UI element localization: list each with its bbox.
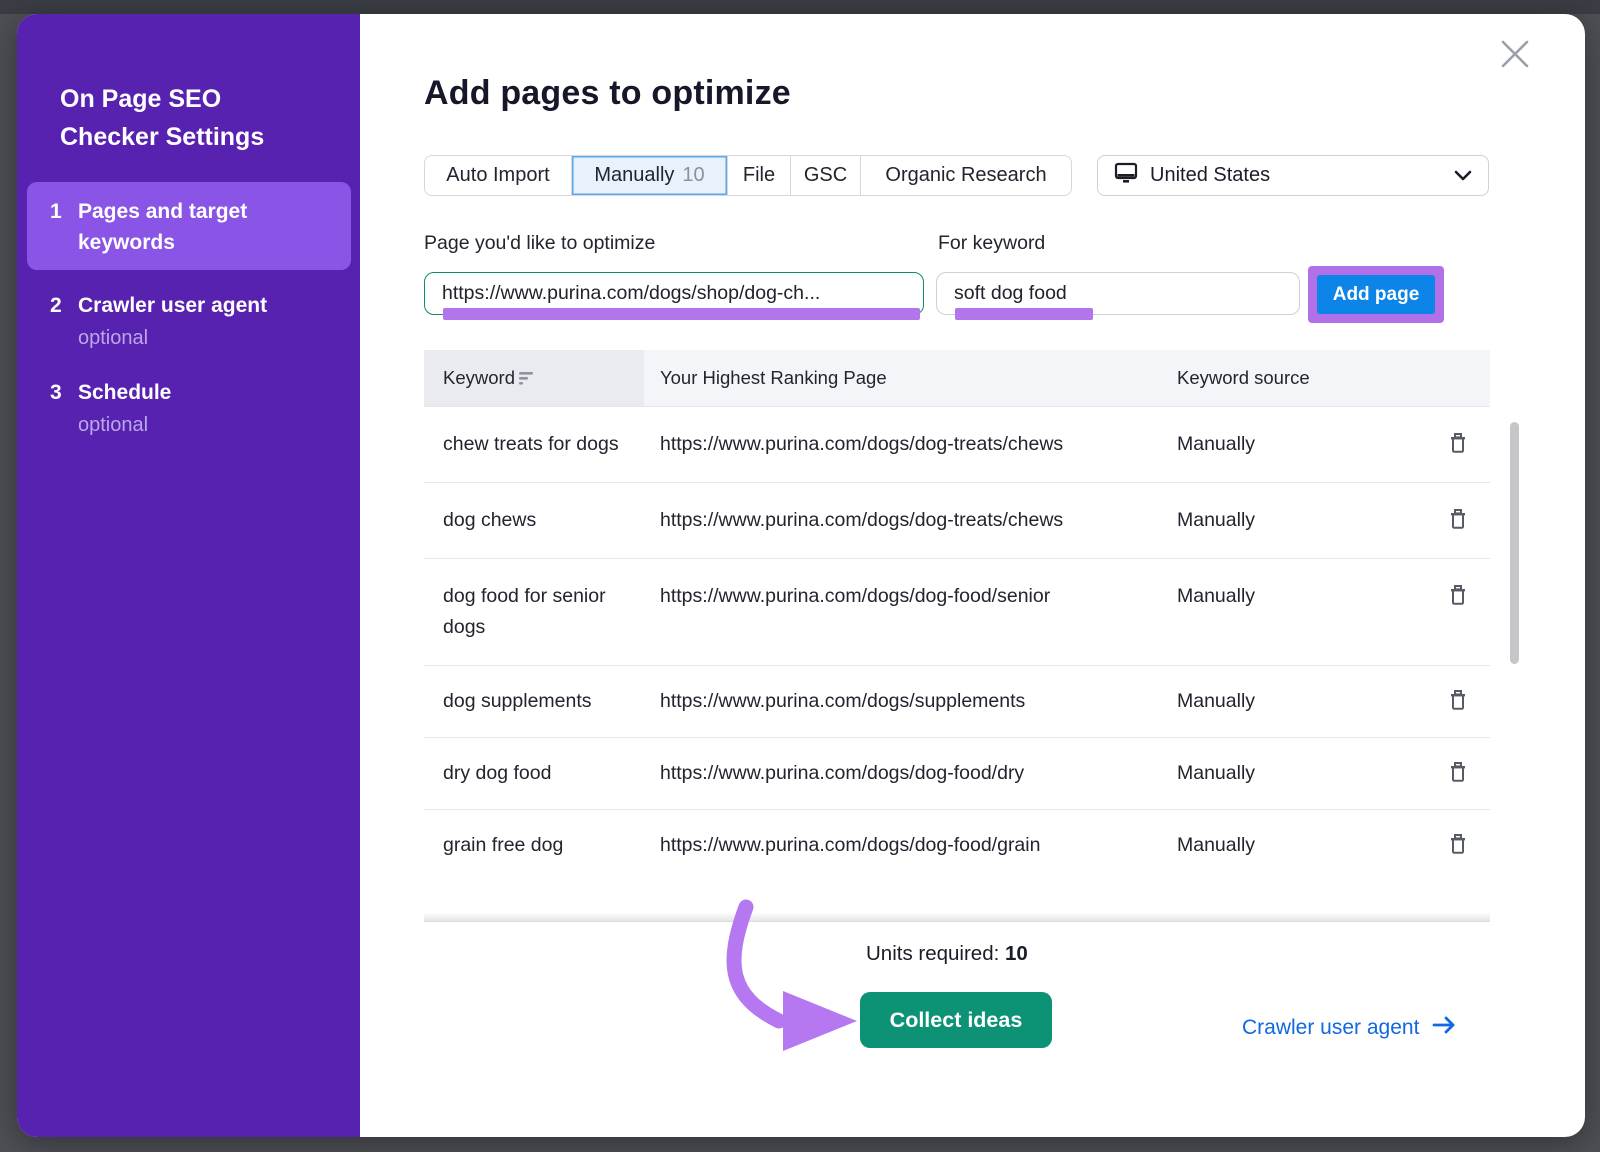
units-required-label: Units required: <box>866 942 999 965</box>
region-select[interactable]: United States <box>1097 155 1489 196</box>
table-header: Keyword Your Highest Ranking Page Keywor… <box>424 350 1490 406</box>
step-number: 1 <box>50 196 62 227</box>
sidebar-title: On Page SEO Checker Settings <box>60 80 295 156</box>
keyword-input-value: soft dog food <box>954 282 1067 305</box>
close-icon[interactable] <box>1497 36 1533 72</box>
units-required-value: 10 <box>1005 942 1028 965</box>
step-number: 2 <box>50 290 62 321</box>
row-keyword: grain free dog <box>443 830 621 861</box>
tab-label: Manually <box>594 164 674 187</box>
tab-gsc[interactable]: GSC <box>791 156 861 195</box>
table-row: dog supplements https://www.purina.com/d… <box>424 665 1490 737</box>
row-source: Manually <box>1177 429 1426 460</box>
row-keyword: chew treats for dogs <box>443 429 621 460</box>
step-optional-label: optional <box>78 411 148 439</box>
chevron-down-icon <box>1454 169 1472 188</box>
delete-row-button[interactable] <box>1448 584 1468 610</box>
tab-label: Auto Import <box>446 164 549 187</box>
table-row: grain free dog https://www.purina.com/do… <box>424 809 1490 881</box>
row-source: Manually <box>1177 581 1426 612</box>
table-row: dog food for senior dogs https://www.pur… <box>424 558 1490 665</box>
window-top-bar <box>0 0 1600 14</box>
row-url: https://www.purina.com/dogs/dog-food/sen… <box>660 581 1140 612</box>
units-required-text: Units required: 10 <box>866 942 1028 966</box>
step-optional-label: optional <box>78 324 148 352</box>
row-url: https://www.purina.com/dogs/dog-treats/c… <box>660 505 1140 536</box>
step-label: Schedule <box>78 377 293 408</box>
step-label: Pages and target keywords <box>78 196 293 258</box>
row-source: Manually <box>1177 830 1426 861</box>
row-keyword: dog food for senior dogs <box>443 581 621 643</box>
collect-ideas-button[interactable]: Collect ideas <box>860 992 1052 1048</box>
tab-auto-import[interactable]: Auto Import <box>425 156 572 195</box>
tab-organic-research[interactable]: Organic Research <box>861 156 1071 195</box>
row-keyword: dog chews <box>443 505 621 536</box>
tab-file[interactable]: File <box>728 156 791 195</box>
column-header-ranking-page: Your Highest Ranking Page <box>660 350 887 406</box>
step-label: Crawler user agent <box>78 290 293 321</box>
import-mode-tabs: Auto Import Manually 10 File GSC Organic… <box>424 155 1072 196</box>
tab-count-badge: 10 <box>682 164 704 187</box>
table-row: chew treats for dogs https://www.purina.… <box>424 406 1490 482</box>
column-header-label: Keyword <box>443 350 515 406</box>
region-select-value: United States <box>1150 164 1270 187</box>
add-page-button[interactable]: Add page <box>1317 275 1435 314</box>
row-keyword: dry dog food <box>443 758 621 789</box>
page-title: Add pages to optimize <box>424 74 791 113</box>
crawler-user-agent-link[interactable]: Crawler user agent <box>1242 1016 1457 1040</box>
column-header-keyword[interactable]: Keyword <box>424 350 644 406</box>
column-header-keyword-source: Keyword source <box>1177 350 1310 406</box>
sort-icon <box>519 372 535 391</box>
crawler-user-agent-link-label: Crawler user agent <box>1242 1016 1419 1040</box>
table-scroll-shadow <box>424 912 1490 922</box>
tab-label: File <box>743 164 775 187</box>
tab-manually[interactable]: Manually 10 <box>572 156 728 195</box>
row-source: Manually <box>1177 758 1426 789</box>
keywords-table: Keyword Your Highest Ranking Page Keywor… <box>424 350 1490 922</box>
seo-checker-settings-modal: On Page SEO Checker Settings 1 Pages and… <box>17 14 1585 1137</box>
keyword-highlight-annotation <box>955 308 1093 320</box>
page-url-input-value: https://www.purina.com/dogs/shop/dog-ch.… <box>442 282 820 305</box>
row-url: https://www.purina.com/dogs/dog-food/gra… <box>660 830 1140 861</box>
row-url: https://www.purina.com/dogs/supplements <box>660 686 1140 717</box>
arrow-right-icon <box>1431 1016 1457 1040</box>
row-url: https://www.purina.com/dogs/dog-food/dry <box>660 758 1140 789</box>
delete-row-button[interactable] <box>1448 689 1468 715</box>
settings-sidebar: On Page SEO Checker Settings 1 Pages and… <box>17 14 360 1137</box>
row-url: https://www.purina.com/dogs/dog-treats/c… <box>660 429 1140 460</box>
monitor-icon <box>1114 162 1138 189</box>
table-body: chew treats for dogs https://www.purina.… <box>424 406 1490 922</box>
page-url-label: Page you'd like to optimize <box>424 232 655 255</box>
row-source: Manually <box>1177 505 1426 536</box>
table-scrollbar[interactable] <box>1510 422 1519 664</box>
url-highlight-annotation <box>443 308 920 320</box>
row-keyword: dog supplements <box>443 686 621 717</box>
tab-label: GSC <box>804 164 847 187</box>
row-source: Manually <box>1177 686 1426 717</box>
delete-row-button[interactable] <box>1448 508 1468 534</box>
tab-label: Organic Research <box>885 164 1046 187</box>
keyword-label: For keyword <box>938 232 1045 255</box>
table-row: dog chews https://www.purina.com/dogs/do… <box>424 482 1490 558</box>
delete-row-button[interactable] <box>1448 432 1468 458</box>
table-row: dry dog food https://www.purina.com/dogs… <box>424 737 1490 809</box>
delete-row-button[interactable] <box>1448 833 1468 859</box>
add-page-highlight-annotation: Add page <box>1308 266 1444 323</box>
step-number: 3 <box>50 377 62 408</box>
delete-row-button[interactable] <box>1448 761 1468 787</box>
